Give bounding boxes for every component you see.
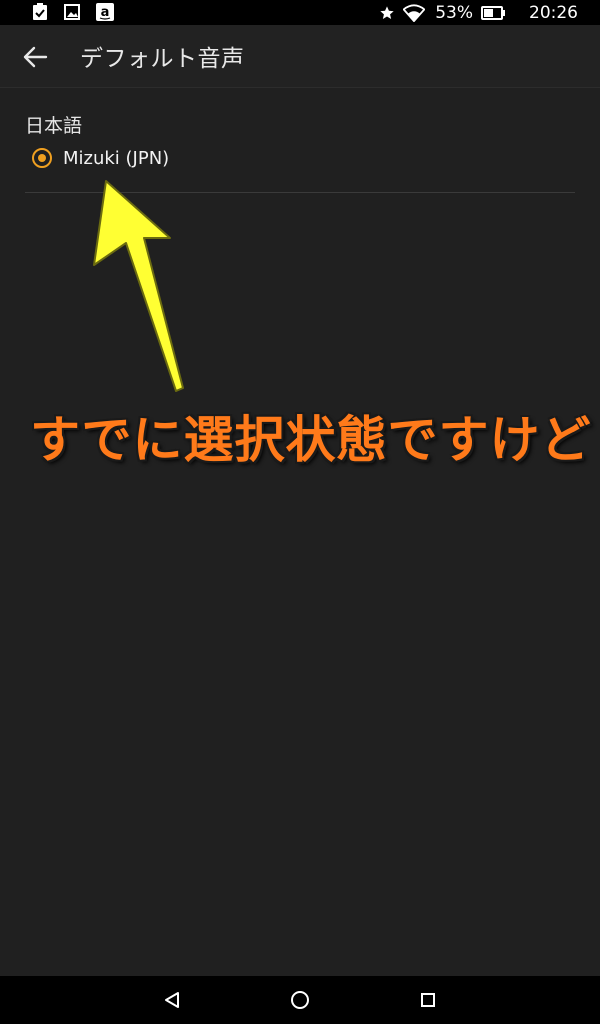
nav-recents-button[interactable]	[416, 988, 440, 1012]
nav-home-button[interactable]	[288, 988, 312, 1012]
annotation-arrow-icon	[93, 180, 184, 392]
nav-back-button[interactable]	[160, 988, 184, 1012]
screen: a 53% 20:26 デフォルト音声 日本語 Mizuki (JPN) すでに…	[0, 0, 600, 1024]
back-triangle-icon	[165, 992, 179, 1008]
home-circle-icon	[291, 991, 309, 1009]
navigation-bar	[0, 976, 600, 1024]
annotation-text: すでに選択状態ですけど	[30, 411, 592, 469]
recents-square-icon	[421, 993, 435, 1007]
